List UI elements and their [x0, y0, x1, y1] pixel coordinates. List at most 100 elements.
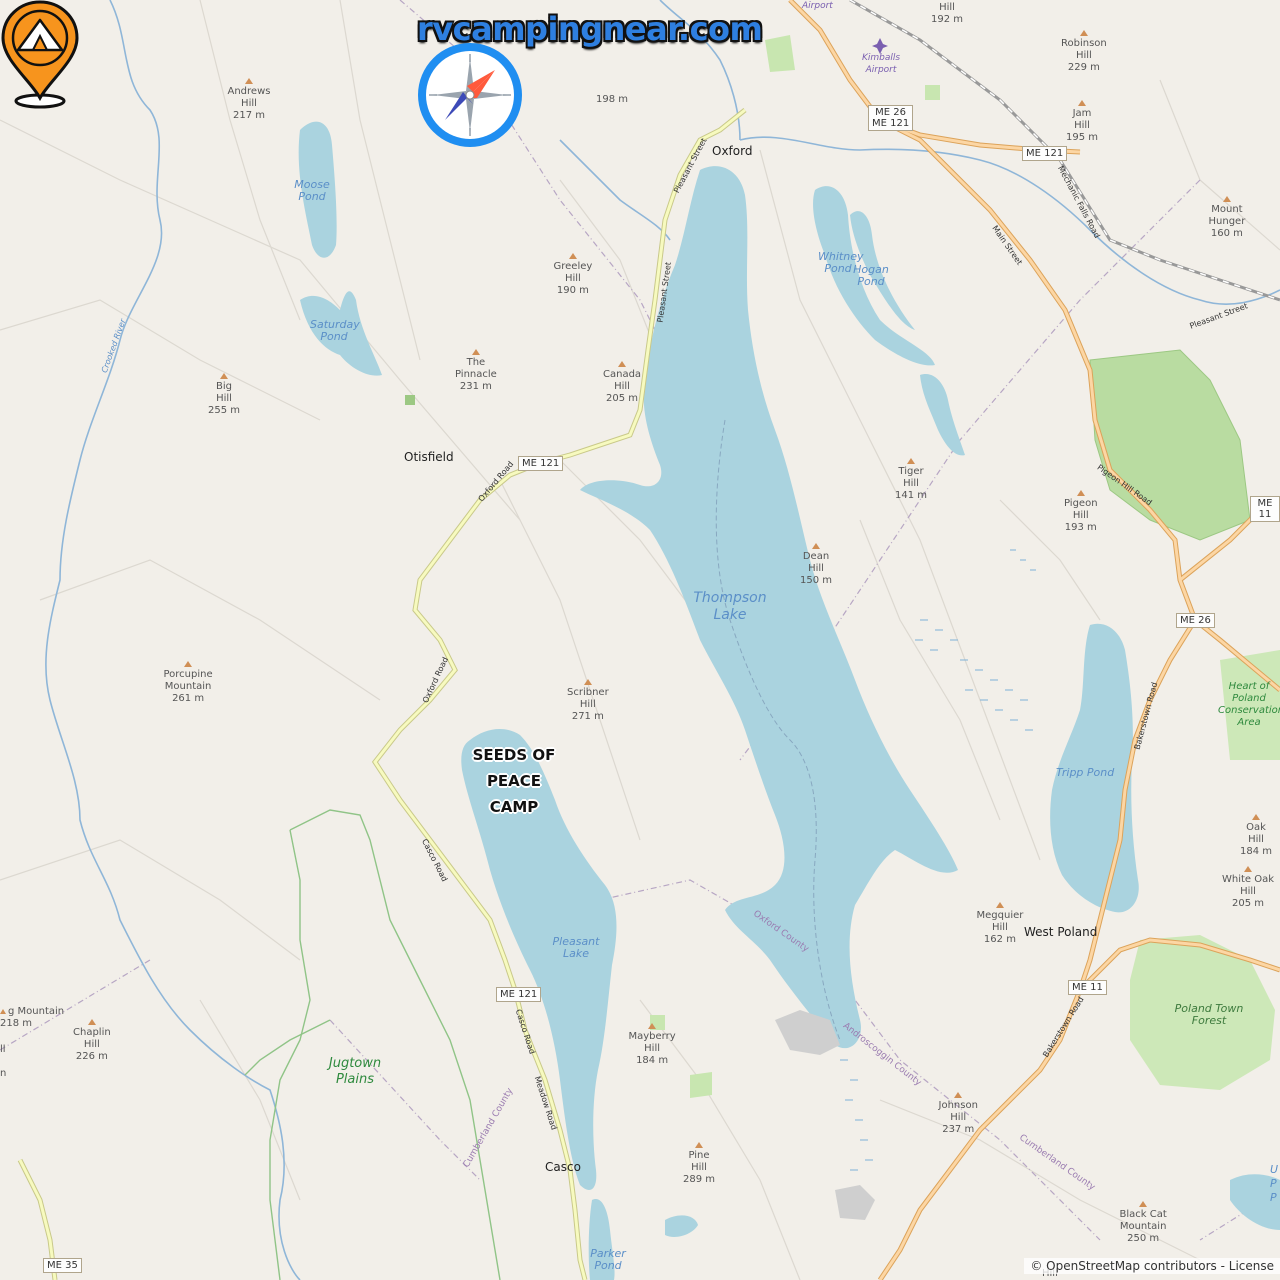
peak-icon	[1252, 814, 1260, 820]
airport-name: Kimballs Airport	[861, 53, 901, 75]
peak-icon	[1076, 490, 1085, 496]
peak-elev: 141 m	[895, 490, 928, 501]
park-label: Jugtown Plains	[320, 1056, 390, 1088]
peak-icon	[583, 679, 592, 685]
water-name: Hogan Pond	[853, 263, 889, 288]
peak-icon	[695, 1142, 703, 1148]
water-name: Whitney Pond	[818, 250, 864, 275]
peak-icon	[1079, 30, 1088, 36]
peak-icon	[995, 902, 1004, 908]
peak-elev: 160 m	[1210, 228, 1243, 239]
peak-label: Canada Hill 205 m	[603, 361, 641, 405]
peak-icon	[184, 661, 193, 667]
water-label: Tripp Pond	[1056, 766, 1115, 779]
peak-elev: 205 m	[1232, 898, 1265, 909]
park-name: Jugtown Plains	[328, 1056, 382, 1087]
peak-icon	[812, 543, 820, 549]
route-shield: ME 121	[496, 987, 542, 1002]
peak-name: Chaplin Hill	[73, 1027, 111, 1050]
peak-icon	[87, 1019, 96, 1025]
peak-label: Pigeon Hill 193 m	[1064, 490, 1098, 534]
water-name: Saturday Pond	[310, 318, 360, 343]
peak-elev: 218 m	[0, 1018, 33, 1029]
peak-name: White Oak Hill	[1222, 874, 1275, 897]
map-attribution[interactable]: © OpenStreetMap contributors - License	[1024, 1258, 1280, 1274]
water-name: Moose Pond	[294, 178, 330, 203]
water-label: Whitney Pond	[818, 250, 864, 275]
peak-fragment: 198 m	[596, 94, 629, 105]
camp-label-line: SEEDS OF	[472, 746, 556, 764]
water-name: Thompson Lake	[693, 590, 767, 623]
peak-elev: 195 m	[1066, 132, 1099, 143]
water-label: Saturday Pond	[310, 318, 360, 343]
town-label: Oxford	[712, 144, 753, 158]
peak-elev: 229 m	[1067, 62, 1100, 73]
park-name: Poland Town Forest	[1174, 1002, 1244, 1027]
water-fragment: P	[1270, 1177, 1277, 1190]
peak-icon	[618, 361, 627, 367]
peak-label: Tiger Hill 141 m	[895, 458, 927, 502]
peak-label: Johnson Hill 237 m	[939, 1092, 978, 1136]
peak-label: DundeeHill192 m	[928, 0, 967, 26]
peak-label: Chaplin Hill 226 m	[73, 1019, 111, 1063]
secondary-roads	[17, 108, 747, 1280]
peak-label: White Oak Hill 205 m	[1222, 866, 1274, 910]
airport-label: Airport	[802, 1, 833, 11]
water-label: Moose Pond	[290, 179, 334, 203]
peak-elev: 193 m	[1064, 522, 1097, 533]
airport-label: Kimballs Airport	[860, 52, 902, 76]
peak-label: Megquier Hill 162 m	[976, 902, 1024, 946]
peak-elev: 184 m	[1240, 846, 1273, 857]
peak-elev: 250 m	[1127, 1233, 1160, 1244]
peak-elev: 289 m	[683, 1174, 716, 1185]
peak-name: Scribner Hill	[567, 687, 609, 710]
peak-fragment: g Mountain 218 m	[0, 1006, 64, 1030]
peak-fragment: ll	[0, 1044, 6, 1055]
camp-label[interactable]: SEEDS OF PEACE CAMP	[444, 742, 584, 820]
peak-elev: 162 m	[983, 934, 1016, 945]
peak-elev: 190 m	[556, 285, 589, 296]
peak-name: Tiger Hill	[898, 466, 924, 489]
peak-name: Johnson Hill	[938, 1100, 978, 1123]
peak-icon	[471, 349, 480, 355]
peak-icon	[1078, 100, 1086, 106]
peak-name: Dean Hill	[802, 551, 830, 574]
map-canvas[interactable]: Oxford Otisfield West Poland Casco Moose…	[0, 0, 1280, 1280]
peak-label: Porcupine Mountain 261 m	[164, 661, 213, 705]
park-label: Heart of Poland Conservation Area	[1218, 681, 1280, 729]
park-name: Heart of Poland Conservation Area	[1218, 681, 1280, 728]
peak-elev: 184 m	[636, 1055, 669, 1066]
peak-name: Andrews Hill	[227, 86, 271, 109]
peak-elev: 217 m	[232, 110, 265, 121]
water-label: Parker Pond	[588, 1248, 628, 1272]
route-shield: ME 121	[1022, 146, 1068, 161]
peak-name: Megquier Hill	[976, 910, 1024, 933]
peak-icon	[1222, 196, 1231, 202]
route-shield: ME 26 ME 121	[868, 105, 914, 131]
peak-name: Oak Hill	[1246, 822, 1266, 845]
peak-fragment: n	[0, 1068, 7, 1079]
water-label: Pleasant Lake	[548, 936, 604, 960]
peak-elev: 150 m	[800, 575, 833, 586]
town-label: West Poland	[1024, 925, 1098, 939]
peak-label: Black Cat Mountain 250 m	[1120, 1201, 1167, 1245]
peak-label: Robinson Hill 229 m	[1061, 30, 1107, 74]
peak-name: Greeley Hill	[553, 261, 593, 284]
peak-icon	[1244, 866, 1253, 872]
peak-label: Oak Hill 184 m	[1240, 814, 1272, 858]
shield-text: ME 26	[875, 107, 907, 118]
peak-name: DundeeHill	[928, 0, 967, 13]
site-logo[interactable]: rvcampingnear.com	[415, 10, 763, 147]
water-fragment: P	[1270, 1191, 1277, 1204]
peak-label: Greeley Hill 190 m	[553, 253, 593, 297]
tent-pin-icon[interactable]	[0, 0, 80, 110]
water-label: Thompson Lake	[690, 590, 770, 624]
peak-elev: 271 m	[571, 711, 604, 722]
peak-name: Porcupine Mountain	[163, 669, 213, 692]
peak-name: Mayberry Hill	[628, 1031, 676, 1054]
peak-name: Big Hill	[216, 381, 232, 404]
peak-name: Black Cat Mountain	[1119, 1209, 1167, 1232]
route-shield: ME 26	[1176, 613, 1215, 628]
peak-label: Mayberry Hill 184 m	[629, 1023, 676, 1067]
route-shield: ME 11	[1068, 980, 1107, 995]
